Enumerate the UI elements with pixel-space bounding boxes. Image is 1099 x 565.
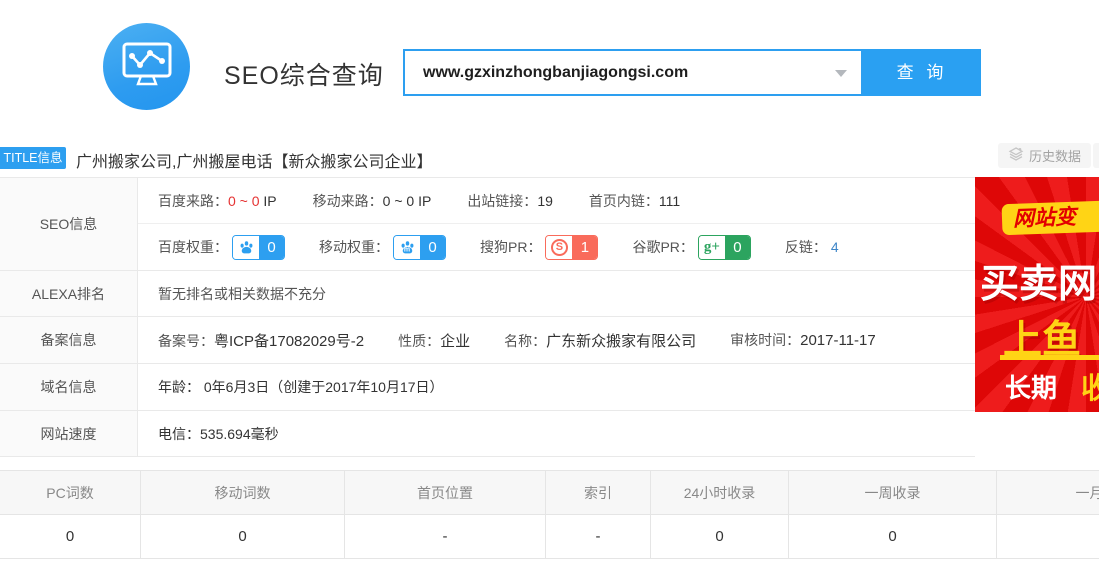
beian-content: 备案号：粤ICP备17082029号-2 性质：企业 名称：广东新众搬家有限公司… bbox=[138, 317, 975, 363]
icp-number-link[interactable]: 粤ICP备17082029号-2 bbox=[214, 333, 364, 350]
mobile-weight-badge[interactable]: m 0 bbox=[393, 235, 446, 260]
seo-weight-line: 百度权重： 0 移动权重： bbox=[138, 224, 975, 270]
outbound-links: 出站链接：19 bbox=[467, 191, 553, 211]
val-pc-words: 0 bbox=[0, 515, 141, 558]
ad-banner-footer-text-cut: 收 bbox=[1081, 365, 1099, 407]
ad-banner-badge: 网站变 bbox=[1001, 200, 1099, 236]
query-button[interactable]: 查 询 bbox=[863, 49, 981, 96]
baidu-paw-icon bbox=[233, 236, 259, 259]
speed-content: 电信：535.694毫秒 bbox=[138, 411, 975, 456]
col-24h-included: 24小时收录 bbox=[651, 471, 789, 514]
val-24h-included: 0 bbox=[651, 515, 789, 558]
table-row: 域名信息 年龄： 0年6月3日（创建于2017年10月17日） bbox=[0, 364, 975, 411]
row-label-speed: 网站速度 bbox=[0, 411, 138, 456]
table-row: 备案信息 备案号：粤ICP备17082029号-2 性质：企业 名称：广东新众搬… bbox=[0, 317, 975, 364]
history-data-label: 历史数据 bbox=[1029, 146, 1081, 165]
google-plus-icon: g+ bbox=[699, 236, 725, 259]
ad-banner-underline bbox=[1000, 355, 1099, 360]
site-title-text: 广州搬家公司,广州搬屋电话【新众搬家公司企业】 bbox=[76, 148, 432, 172]
baidu-weight-badge[interactable]: 0 bbox=[232, 235, 285, 260]
table-row: SEO信息 百度来路：0 ~ 0 IP 移动来路：0 ~ 0 IP 出站链接：1… bbox=[0, 178, 975, 271]
google-pr-badge[interactable]: g+ 0 bbox=[698, 235, 751, 260]
backlinks-count-link[interactable]: 4 bbox=[831, 239, 839, 255]
col-homepage-position: 首页位置 bbox=[345, 471, 546, 514]
keyword-index-table: PC词数 移动词数 首页位置 索引 24小时收录 一周收录 一月收录 0 0 -… bbox=[0, 470, 1099, 559]
sogou-icon: S bbox=[546, 236, 572, 259]
baidu-traffic: 百度来路：0 ~ 0 IP bbox=[158, 191, 277, 211]
val-month-included: 0 bbox=[997, 515, 1099, 558]
search-value[interactable]: www.gzxinzhongbanjiagongsi.com bbox=[423, 51, 688, 94]
analytics-monitor-icon bbox=[120, 40, 174, 93]
audit-date: 审核时间：2017-11-17 bbox=[730, 330, 876, 350]
col-pc-words: PC词数 bbox=[0, 471, 141, 514]
row-label-domain: 域名信息 bbox=[0, 364, 138, 410]
table-row: ALEXA排名 暂无排名或相关数据不充分 bbox=[0, 271, 975, 317]
google-pr: 谷歌PR： g+ 0 bbox=[632, 235, 750, 260]
baidu-weight: 百度权重： 0 bbox=[158, 235, 285, 260]
alexa-content: 暂无排名或相关数据不充分 bbox=[138, 271, 975, 316]
mobile-traffic: 移动来路：0 ~ 0 IP bbox=[313, 191, 432, 211]
col-index: 索引 bbox=[546, 471, 651, 514]
title-info-badge: TITLE信息 bbox=[0, 147, 66, 169]
row-label-beian: 备案信息 bbox=[0, 317, 138, 363]
backlinks: 反链： 4 bbox=[785, 237, 839, 257]
search-input[interactable]: www.gzxinzhongbanjiagongsi.com bbox=[403, 49, 863, 96]
ad-banner-headline: 买卖网 bbox=[980, 253, 1097, 309]
seo-traffic-line: 百度来路：0 ~ 0 IP 移动来路：0 ~ 0 IP 出站链接：19 首页内链… bbox=[138, 178, 975, 224]
val-homepage-position: - bbox=[345, 515, 546, 558]
domain-content: 年龄： 0年6月3日（创建于2017年10月17日） bbox=[138, 364, 975, 410]
layers-icon bbox=[1008, 146, 1024, 165]
icp-number: 备案号：粤ICP备17082029号-2 bbox=[158, 330, 364, 351]
ad-banner[interactable]: 网站变 买卖网 上鱼 长期 收 bbox=[975, 177, 1099, 412]
table-value-row: 0 0 - - 0 0 0 bbox=[0, 515, 1099, 559]
homepage-inner-links: 首页内链：111 bbox=[589, 191, 680, 211]
seo-summary-table: SEO信息 百度来路：0 ~ 0 IP 移动来路：0 ~ 0 IP 出站链接：1… bbox=[0, 177, 975, 457]
mobile-weight: 移动权重： m 0 bbox=[319, 235, 446, 260]
org-name: 名称：广东新众搬家有限公司 bbox=[504, 330, 696, 351]
app-logo bbox=[103, 23, 190, 110]
val-mobile-words: 0 bbox=[141, 515, 345, 558]
org-type: 性质：企业 bbox=[398, 330, 470, 351]
table-header-row: PC词数 移动词数 首页位置 索引 24小时收录 一周收录 一月收录 bbox=[0, 471, 1099, 515]
col-month-included: 一月收录 bbox=[997, 471, 1099, 514]
ad-banner-footer-text: 长期 bbox=[1005, 368, 1057, 405]
refresh-button[interactable] bbox=[1093, 143, 1099, 168]
chevron-down-icon[interactable] bbox=[835, 70, 847, 77]
sogou-pr-badge[interactable]: S 1 bbox=[545, 235, 598, 260]
baidu-paw-m-icon: m bbox=[394, 236, 420, 259]
col-mobile-words: 移动词数 bbox=[141, 471, 345, 514]
row-label-alexa: ALEXA排名 bbox=[0, 271, 138, 316]
row-label-seo: SEO信息 bbox=[0, 178, 138, 270]
val-week-included: 0 bbox=[789, 515, 997, 558]
sogou-pr: 搜狗PR： S 1 bbox=[480, 235, 598, 260]
page-title: SEO综合查询 bbox=[224, 56, 384, 92]
val-index: - bbox=[546, 515, 651, 558]
table-row: 网站速度 电信：535.694毫秒 bbox=[0, 411, 975, 457]
col-week-included: 一周收录 bbox=[789, 471, 997, 514]
history-data-button[interactable]: 历史数据 bbox=[998, 143, 1091, 168]
